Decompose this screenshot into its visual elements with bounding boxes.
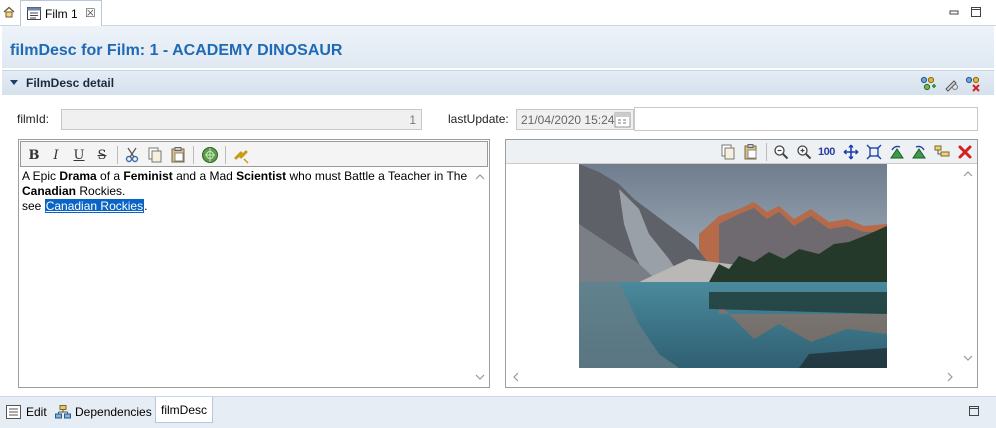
calendar-icon[interactable] bbox=[614, 111, 631, 128]
zoom-out-icon[interactable] bbox=[773, 144, 789, 160]
close-icon[interactable]: ☒ bbox=[85, 6, 96, 20]
tab-film-1[interactable]: Film 1 ☒ bbox=[20, 0, 102, 26]
add-node-icon[interactable] bbox=[920, 76, 936, 92]
film-id-label: filmId: bbox=[17, 112, 50, 126]
film-id-value: 1 bbox=[409, 113, 416, 127]
cut-icon[interactable] bbox=[123, 146, 141, 164]
editor-tab-bar: Film 1 ☒ bbox=[0, 0, 996, 26]
section-title: FilmDesc detail bbox=[26, 76, 115, 90]
film-image bbox=[579, 164, 887, 368]
form-page-tabs: Edit Dependencies filmDesc bbox=[0, 396, 996, 428]
form-icon bbox=[27, 7, 41, 20]
text-run: Rockies. bbox=[76, 184, 126, 198]
italic-button[interactable]: I bbox=[47, 146, 65, 164]
film-id-field[interactable]: 1 bbox=[61, 109, 422, 130]
tab-dependencies[interactable]: Dependencies bbox=[55, 401, 152, 423]
text-run: see bbox=[22, 199, 45, 213]
tab-edit[interactable]: Edit bbox=[6, 401, 47, 423]
copy-icon[interactable] bbox=[720, 144, 736, 160]
strikethrough-button[interactable]: S bbox=[93, 146, 111, 164]
unlink-icon[interactable] bbox=[232, 146, 250, 164]
tab-label: Film 1 bbox=[45, 7, 78, 21]
bold-button[interactable]: B bbox=[25, 146, 43, 164]
image-horizontal-scrollbar[interactable] bbox=[508, 369, 958, 385]
bold-text: Feminist bbox=[123, 169, 173, 183]
text-run: A Epic bbox=[22, 169, 60, 183]
page-title: filmDesc for Film: 1 - ACADEMY DINOSAUR bbox=[10, 42, 343, 59]
tab-label: Edit bbox=[26, 405, 47, 419]
edit-link-icon[interactable] bbox=[943, 76, 959, 92]
delete-image-icon[interactable] bbox=[957, 144, 973, 160]
selected-link[interactable]: Canadian Rockies bbox=[44, 199, 145, 213]
underline-button[interactable]: U bbox=[70, 146, 88, 164]
maximize-icon[interactable] bbox=[970, 6, 982, 18]
image-vertical-scrollbar[interactable] bbox=[961, 166, 975, 366]
editor-content[interactable]: A Epic Drama of a Feminist and a Mad Sci… bbox=[21, 169, 471, 385]
section-header[interactable]: FilmDesc detail bbox=[2, 70, 994, 95]
form-header: filmDesc for Film: 1 - ACADEMY DINOSAUR bbox=[2, 26, 994, 68]
bold-text: Drama bbox=[59, 169, 97, 183]
tab-label: Dependencies bbox=[75, 405, 152, 419]
bold-text: Canadian bbox=[22, 184, 77, 198]
delete-node-icon[interactable] bbox=[965, 76, 981, 92]
image-viewer: 100 bbox=[505, 139, 978, 388]
text-run: . bbox=[144, 199, 148, 213]
bold-text: Scientist bbox=[236, 169, 287, 183]
last-update-value: 21/04/2020 15:24 bbox=[521, 113, 615, 127]
rotate-left-icon[interactable] bbox=[889, 144, 905, 160]
paste-icon[interactable] bbox=[743, 144, 759, 160]
fit-window-icon[interactable] bbox=[866, 144, 882, 160]
rotate-right-icon[interactable] bbox=[911, 144, 927, 160]
insert-link-icon[interactable] bbox=[201, 146, 219, 164]
rich-text-editor: B I U S A Epic Drama of a Feminist and a… bbox=[18, 139, 490, 388]
zoom-in-icon[interactable] bbox=[796, 144, 812, 160]
zoom-100-button[interactable]: 100 bbox=[818, 144, 838, 160]
home-icon[interactable] bbox=[3, 6, 15, 18]
properties-icon[interactable] bbox=[934, 144, 950, 160]
text-run: of a bbox=[96, 169, 124, 183]
form-icon bbox=[6, 405, 21, 419]
fit-center-icon[interactable] bbox=[843, 144, 859, 160]
editor-toolbar: B I U S bbox=[20, 141, 488, 167]
text-run: and a Mad bbox=[172, 169, 237, 183]
paste-icon[interactable] bbox=[169, 146, 187, 164]
collapse-twisty-icon[interactable] bbox=[10, 80, 18, 85]
text-run: who must Battle a Teacher in The bbox=[286, 169, 468, 183]
minimize-icon[interactable] bbox=[948, 6, 960, 18]
copy-icon[interactable] bbox=[146, 146, 164, 164]
last-update-field-frame bbox=[634, 107, 978, 131]
image-toolbar: 100 bbox=[506, 140, 977, 164]
tab-label: filmDesc bbox=[161, 402, 208, 417]
dependencies-icon bbox=[55, 405, 71, 419]
maximize-icon[interactable] bbox=[968, 405, 980, 417]
tab-filmdesc[interactable]: filmDesc bbox=[155, 397, 214, 423]
editor-vertical-scrollbar[interactable] bbox=[473, 169, 487, 385]
last-update-label: lastUpdate: bbox=[448, 112, 509, 126]
